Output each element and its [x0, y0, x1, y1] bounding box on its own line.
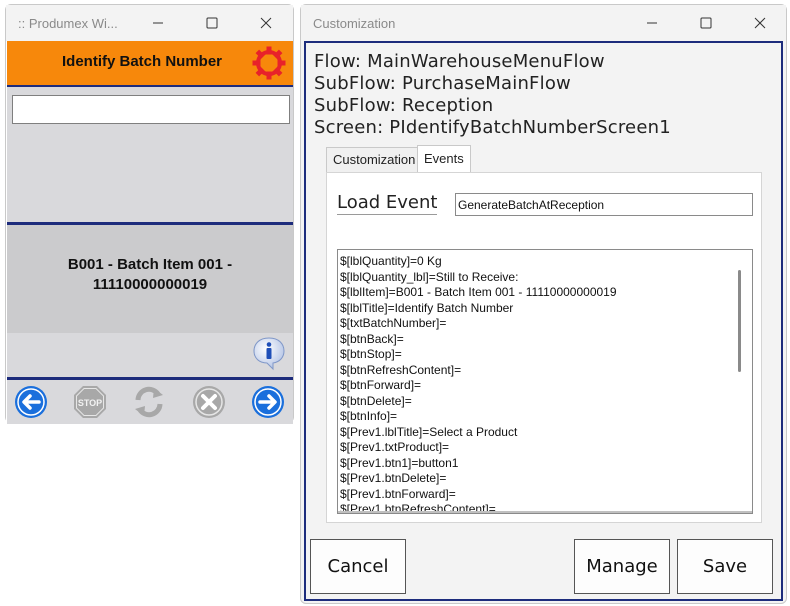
- horizontal-scrollbar[interactable]: [338, 511, 752, 513]
- script-line: $[lblQuantity_lbl]=Still to Receive:: [340, 269, 519, 284]
- title-bar[interactable]: Customization: [301, 5, 786, 41]
- header-bar: Identify Batch Number: [7, 41, 293, 87]
- tab-customization[interactable]: Customization: [326, 147, 423, 172]
- vertical-scrollbar[interactable]: [738, 270, 741, 372]
- refresh-icon[interactable]: [132, 385, 166, 419]
- script-line: $[btnBack]=: [340, 331, 404, 346]
- script-lines: $[lblQuantity]=0 Kg $[lblQuantity_lbl]=St…: [340, 254, 735, 513]
- event-script-textarea[interactable]: $[lblQuantity]=0 Kg $[lblQuantity_lbl]=St…: [337, 249, 753, 514]
- item-label: B001 - Batch Item 001 - 11110000000019: [7, 255, 293, 295]
- maximize-icon: [206, 17, 218, 29]
- script-line: $[Prev1.txtProduct]=: [340, 440, 450, 454]
- maximize-button[interactable]: [192, 9, 232, 37]
- back-arrow-icon[interactable]: [14, 385, 48, 419]
- script-line: $[Prev1.btnForward]=: [340, 486, 456, 501]
- script-line: $[Prev1.btnDelete]=: [340, 471, 447, 485]
- manage-button[interactable]: Manage: [574, 539, 670, 594]
- gear-icon[interactable]: [251, 45, 287, 81]
- close-button[interactable]: [246, 9, 286, 37]
- scanner-screen: Identify Batch Number B001 - Batch Item …: [6, 41, 293, 424]
- load-event-input[interactable]: [455, 193, 753, 216]
- stop-icon[interactable]: STOP: [73, 385, 107, 419]
- flow-label: Flow: MainWarehouseMenuFlow: [314, 51, 605, 72]
- screen-label: Screen: PIdentifyBatchNumberScreen1: [314, 117, 671, 138]
- maximize-icon: [700, 17, 712, 29]
- item-label-line1: B001 - Batch Item 001 -: [67, 256, 233, 273]
- load-event-label: Load Event: [337, 192, 438, 215]
- close-button[interactable]: [740, 9, 780, 37]
- produmex-window: :: Produmex Wi... Identify Batch Number: [5, 4, 294, 424]
- close-icon: [754, 17, 766, 29]
- info-area: [7, 333, 293, 380]
- script-line: $[Prev1.lblTitle]=Select a Product: [340, 424, 518, 439]
- script-line: $[btnForward]=: [340, 378, 422, 392]
- window-title: Customization: [313, 16, 396, 31]
- script-line: $[txtBatchNumber]=: [340, 316, 447, 330]
- script-line: $[btnInfo]=: [340, 409, 398, 423]
- svg-text:STOP: STOP: [78, 398, 102, 408]
- subflow-label: SubFlow: Reception: [314, 95, 494, 116]
- script-line: $[lblTitle]=Identify Batch Number: [340, 300, 514, 315]
- cancel-button[interactable]: Cancel: [310, 539, 406, 594]
- delete-icon[interactable]: [192, 385, 226, 419]
- script-line: $[Prev1.btn1]=button1: [340, 455, 459, 470]
- forward-arrow-icon[interactable]: [251, 385, 285, 419]
- save-button[interactable]: Save: [677, 539, 773, 594]
- minimize-icon: [153, 22, 163, 24]
- info-icon[interactable]: [251, 335, 287, 371]
- minimize-button[interactable]: [632, 9, 672, 37]
- maximize-button[interactable]: [686, 9, 726, 37]
- navigation-bar: STOP: [7, 380, 293, 424]
- item-area: B001 - Batch Item 001 - 11110000000019: [7, 225, 293, 333]
- customization-panel: Flow: MainWarehouseMenuFlow SubFlow: Pur…: [304, 41, 783, 601]
- batch-number-input[interactable]: [12, 95, 290, 124]
- script-line: $[btnRefreshContent]=: [340, 362, 462, 377]
- events-panel: Load Event $[lblQuantity]=0 Kg$[lblQuant…: [326, 172, 762, 523]
- minimize-icon: [647, 22, 657, 24]
- minimize-button[interactable]: [138, 9, 178, 37]
- close-icon: [260, 17, 272, 29]
- item-label-line2: 11110000000019: [92, 276, 208, 293]
- script-line: $[btnDelete]=: [340, 393, 412, 408]
- subflow-label: SubFlow: PurchaseMainFlow: [314, 73, 571, 94]
- customization-window: Customization Flow: MainWarehouseMenuFlo…: [300, 4, 787, 604]
- script-line: $[btnStop]=: [340, 347, 402, 361]
- script-line: $[lblItem]=B001 - Batch Item 001 - 11110…: [340, 285, 617, 299]
- script-line: $[lblQuantity]=0 Kg: [340, 254, 442, 268]
- title-bar[interactable]: :: Produmex Wi...: [6, 5, 293, 41]
- tab-events[interactable]: Events: [417, 145, 471, 172]
- input-area: [7, 87, 293, 225]
- window-title: :: Produmex Wi...: [18, 16, 118, 31]
- screen-title: Identify Batch Number: [62, 53, 223, 70]
